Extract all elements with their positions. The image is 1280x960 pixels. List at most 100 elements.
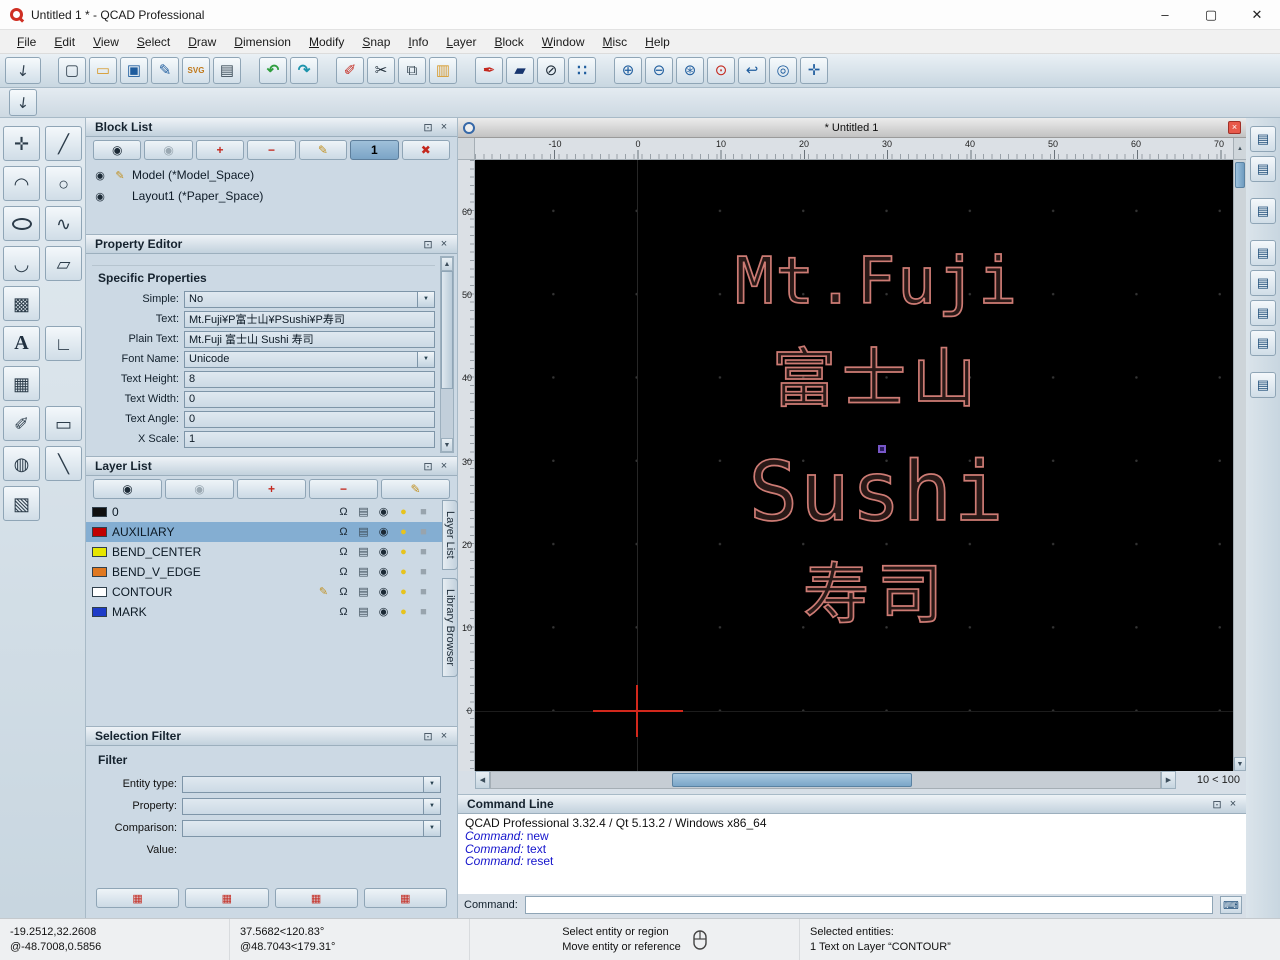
tab-layer-list[interactable]: Layer List [442, 500, 458, 570]
menu-draw[interactable]: Draw [179, 32, 225, 52]
keyboard-toggle-button[interactable]: ⌨ [1220, 896, 1242, 914]
command-history[interactable]: QCAD Professional 3.32.4 / Qt 5.13.2 / W… [458, 814, 1246, 894]
cad-text-fujisan[interactable]: 富士山 [771, 347, 982, 413]
remove-from-selection-button[interactable]: ▦ [274, 888, 358, 908]
drawing-canvas[interactable]: Mt.Fuji 富士山 Sushi 寿司 [475, 160, 1233, 771]
add-block-button[interactable]: + [195, 140, 245, 160]
selection-tool-button[interactable]: ↖ [5, 57, 41, 84]
lock-icon[interactable]: ■ [416, 506, 431, 518]
menu-file[interactable]: File [8, 32, 45, 52]
chevron-down-icon[interactable]: ▼ [417, 351, 434, 367]
chevron-down-icon[interactable]: ▼ [417, 291, 434, 307]
sun-icon[interactable]: ● [396, 526, 411, 538]
eye-icon[interactable]: ◉ [376, 606, 391, 618]
scroll-up-icon[interactable]: ▲ [1233, 138, 1246, 160]
show-all-layers-button[interactable]: ◉ [93, 479, 162, 499]
scroll-thumb[interactable] [671, 773, 913, 787]
edit-block-button[interactable]: 1 [350, 140, 399, 160]
show-all-blocks-button[interactable]: ◉ [93, 140, 142, 160]
menu-info[interactable]: Info [399, 32, 437, 52]
sun-icon[interactable]: ● [396, 606, 411, 618]
scroll-thumb[interactable] [1235, 162, 1245, 188]
printer-icon[interactable]: ▤ [356, 606, 371, 618]
menu-modify[interactable]: Modify [300, 32, 353, 52]
scroll-down-icon[interactable]: ▼ [441, 438, 453, 452]
scroll-right-icon[interactable]: ▶ [1161, 771, 1176, 789]
sun-icon[interactable]: ● [396, 566, 411, 578]
layer-row-auxiliary[interactable]: AUXILIARY Ω ▤ ◉ ● ■ [86, 522, 457, 542]
sun-icon[interactable]: ● [396, 506, 411, 518]
text-width-field[interactable]: 0 [184, 390, 435, 408]
ruler-tool-button[interactable]: ▭ [45, 406, 82, 441]
erase-button[interactable]: ✐ [336, 57, 364, 84]
bell-icon[interactable]: Ω [336, 586, 351, 598]
layer-row-bend-v-edge[interactable]: BEND_V_EDGE Ω ▤ ◉ ● ■ [86, 562, 457, 582]
simple-select[interactable]: No ▼ [184, 290, 435, 308]
lock-icon[interactable]: ■ [416, 546, 431, 558]
circle2-tool-button[interactable]: ◍ [3, 446, 40, 481]
eye-icon[interactable]: ◉ [376, 506, 391, 518]
remove-block-button[interactable]: − [247, 140, 296, 160]
bell-icon[interactable]: Ω [336, 546, 351, 558]
circle-tool-button[interactable]: ○ [45, 166, 82, 201]
lock-icon[interactable]: ■ [416, 606, 431, 618]
float-panel-icon[interactable]: ⊡ [420, 729, 436, 744]
arc-tool-button[interactable]: ◠ [3, 166, 40, 201]
entity-type-select[interactable]: ▼ [182, 775, 441, 793]
menu-view[interactable]: View [84, 32, 128, 52]
ellipse-button[interactable]: ⊘ [537, 57, 565, 84]
bell-icon[interactable]: Ω [336, 566, 351, 578]
hide-all-blocks-button[interactable]: ◉ [144, 140, 193, 160]
printer-icon[interactable]: ▤ [356, 586, 371, 598]
spline-tool-button[interactable]: ∿ [45, 206, 82, 241]
menu-block[interactable]: Block [485, 32, 532, 52]
block-row-layout1[interactable]: ◉ Layout1 (*Paper_Space) [92, 186, 451, 206]
previous-view-button[interactable]: ↩ [738, 57, 766, 84]
printer-icon[interactable]: ▤ [356, 526, 371, 538]
block-list-toggle-button[interactable]: ▤ [1250, 156, 1276, 182]
cad-text-mtfuji[interactable]: Mt.Fuji [734, 249, 1019, 315]
command-input[interactable] [524, 896, 1213, 914]
menu-misc[interactable]: Misc [593, 32, 636, 52]
minimize-button[interactable]: – [1142, 0, 1188, 29]
print-button[interactable]: ▤ [213, 57, 241, 84]
text-angle-field[interactable]: 0 [184, 410, 435, 428]
copy-button[interactable]: ⧉ [398, 57, 426, 84]
comparison-select[interactable]: ▼ [182, 819, 441, 837]
edit-layer-button[interactable]: ✎ [381, 479, 450, 499]
tangent-tool-button[interactable]: ╲ [45, 446, 82, 481]
zoom-in-button[interactable]: ⊕ [614, 57, 642, 84]
maximize-button[interactable]: ▢ [1188, 0, 1234, 29]
text-height-field[interactable]: 8 [184, 370, 435, 388]
eye-icon[interactable]: ◉ [376, 566, 391, 578]
chevron-down-icon[interactable]: ▼ [423, 798, 440, 814]
menu-layer[interactable]: Layer [437, 32, 485, 52]
hatch-tool-button[interactable]: ▩ [3, 286, 40, 321]
scroll-down-icon[interactable]: ▼ [1234, 757, 1246, 771]
text-field[interactable]: Mt.Fuji¥P富士山¥PSushi¥P寿司 [184, 310, 435, 328]
selection-filter-toggle-button[interactable]: ▤ [1250, 270, 1276, 296]
scroll-left-icon[interactable]: ◀ [475, 771, 490, 789]
menu-window[interactable]: Window [533, 32, 594, 52]
point-tool-button[interactable]: ✛ [3, 126, 40, 161]
sun-icon[interactable]: ● [396, 546, 411, 558]
printer-icon[interactable]: ▤ [356, 546, 371, 558]
new-file-button[interactable]: ▢ [58, 57, 86, 84]
hide-all-layers-button[interactable]: ◉ [165, 479, 234, 499]
menu-snap[interactable]: Snap [353, 32, 399, 52]
menu-help[interactable]: Help [636, 32, 679, 52]
dimension-tool-button[interactable]: ∟ [45, 326, 82, 361]
scroll-thumb[interactable] [441, 271, 453, 389]
auto-zoom-button[interactable]: ⊛ [676, 57, 704, 84]
bell-icon[interactable]: Ω [336, 526, 351, 538]
layer-row-0[interactable]: 0 Ω ▤ ◉ ● ■ [86, 502, 457, 522]
reference-points-toggle-button[interactable]: ▤ [1250, 330, 1276, 356]
line-tool-button[interactable]: ╱ [45, 126, 82, 161]
grid-toggle-button[interactable]: ∷ [568, 57, 596, 84]
undo-button[interactable]: ↶ [259, 57, 287, 84]
zoom-out-button[interactable]: ⊖ [645, 57, 673, 84]
save-as-button[interactable]: ✎ [151, 57, 179, 84]
back-button[interactable]: ↖ [9, 89, 37, 116]
open-file-button[interactable]: ▭ [89, 57, 117, 84]
x-scale-field[interactable]: 1 [184, 430, 435, 448]
